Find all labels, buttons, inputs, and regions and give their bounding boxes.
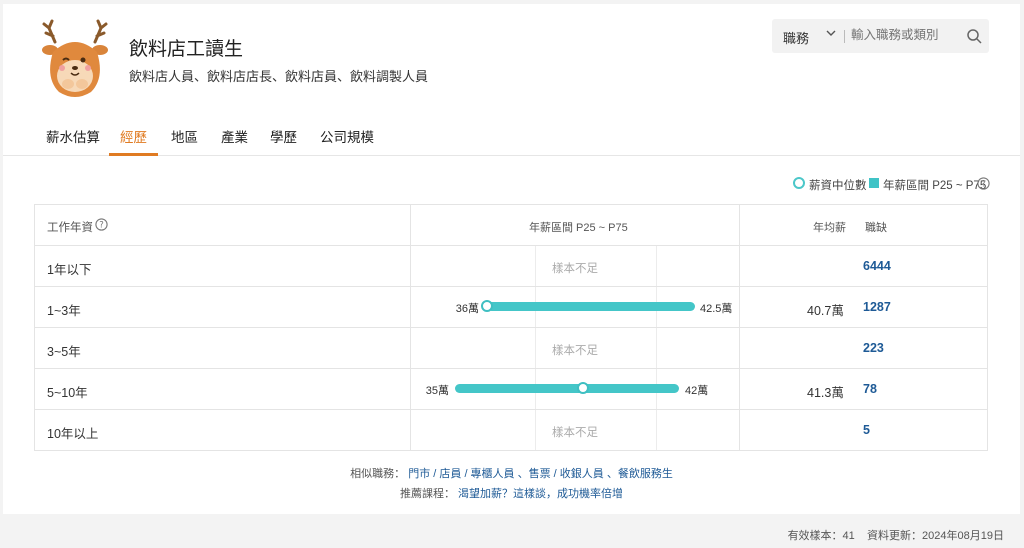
vacancy-count-link[interactable]: 1287 — [863, 300, 891, 314]
course-link[interactable]: 渴望加薪？這樣談，成功機率倍增 — [458, 488, 623, 500]
median-marker — [481, 300, 493, 312]
range-legend-marker — [869, 178, 879, 188]
data-footer: 有效樣本：41 資料更新：2024年08月19日 — [788, 527, 1004, 543]
tab-industry[interactable]: 產業 — [221, 126, 248, 146]
update-date: 資料更新：2024年08月19日 — [867, 530, 1004, 542]
insufficient-sample-text: 樣本不足 — [552, 345, 598, 357]
chevron-down-icon[interactable] — [824, 26, 838, 40]
search-input[interactable] — [851, 28, 966, 42]
vacancy-count-link[interactable]: 223 — [863, 341, 884, 355]
p25-label: 35萬 — [425, 385, 449, 397]
search-divider — [844, 30, 845, 43]
p25-label: 36萬 — [455, 303, 479, 315]
search-icon[interactable] — [966, 28, 982, 44]
vacancy-count-link[interactable]: 6444 — [863, 259, 891, 273]
table-row: 1年以下 樣本不足 6444 — [35, 246, 987, 287]
salary-range-bar — [487, 302, 695, 311]
tab-education[interactable]: 學歷 — [270, 126, 297, 146]
tab-bar: 薪水估算 經歷 地區 產業 學歷 公司規模 — [3, 112, 1020, 156]
svg-text:?: ? — [981, 180, 986, 190]
header-average-salary: 年均薪 — [813, 222, 846, 234]
table-row: 5~10年 35萬 42萬 41.3萬 78 — [35, 369, 987, 410]
recommended-course: 推薦課程： 渴望加薪？這樣談，成功機率倍增 — [3, 485, 1020, 501]
table-row: 3~5年 樣本不足 223 — [35, 328, 987, 369]
search-box: 職務 — [772, 19, 989, 53]
page-title: 飲料店工讀生 — [129, 39, 244, 60]
table-row: 10年以上 樣本不足 5 — [35, 410, 987, 451]
similar-jobs-links[interactable]: 門市 / 店員 / 專櫃人員 、售票 / 收銀人員 、餐飲服務生 — [408, 468, 673, 480]
help-icon[interactable]: ? — [95, 218, 108, 231]
help-icon[interactable]: ? — [977, 177, 990, 190]
similar-jobs: 相似職務： 門市 / 店員 / 專櫃人員 、售票 / 收銀人員 、餐飲服務生 — [3, 465, 1020, 481]
experience-label: 1年以下 — [47, 263, 92, 277]
median-marker — [577, 382, 589, 394]
median-legend-marker — [793, 177, 805, 189]
active-tab-indicator — [109, 153, 158, 156]
median-legend-label: 薪資中位數 — [809, 180, 867, 192]
salary-range-bar — [455, 384, 679, 393]
p75-label: 42萬 — [685, 385, 709, 397]
svg-text:?: ? — [99, 221, 104, 231]
experience-label: 5~10年 — [47, 386, 88, 400]
header-salary-range: 年薪區間 P25 ~ P75 — [529, 222, 628, 234]
page-subtitle: 飲料店人員、飲料店店長、飲料店員、飲料調製人員 — [129, 69, 429, 84]
experience-label: 10年以上 — [47, 427, 99, 441]
tab-salary-estimate[interactable]: 薪水估算 — [46, 126, 100, 146]
header-vacancies: 職缺 — [865, 222, 887, 234]
tab-experience[interactable]: 經歷 — [120, 126, 147, 146]
average-salary: 40.7萬 — [807, 304, 844, 318]
course-label: 推薦課程： — [399, 488, 455, 500]
average-salary: 41.3萬 — [807, 386, 844, 400]
experience-label: 3~5年 — [47, 345, 81, 359]
job-header: 飲料店工讀生 飲料店人員、飲料店店長、飲料店員、飲料調製人員 職務 — [3, 4, 1020, 112]
table-header: 工作年資 ? 年薪區間 P25 ~ P75 年均薪 職缺 — [35, 205, 987, 246]
insufficient-sample-text: 樣本不足 — [552, 427, 598, 439]
search-category-select[interactable]: 職務 — [783, 28, 809, 47]
sample-count: 有效樣本：41 — [787, 530, 855, 542]
vacancy-count-link[interactable]: 5 — [863, 423, 870, 437]
similar-jobs-label: 相似職務： — [350, 468, 406, 480]
vacancy-count-link[interactable]: 78 — [863, 382, 877, 396]
tab-region[interactable]: 地區 — [171, 126, 198, 146]
deer-mascot-icon — [42, 19, 108, 97]
p75-label: 42.5萬 — [700, 303, 733, 315]
range-legend-label: 年薪區間 P25 ~ P75 — [883, 180, 987, 192]
table-row: 1~3年 36萬 42.5萬 40.7萬 1287 — [35, 287, 987, 328]
experience-label: 1~3年 — [47, 304, 81, 318]
tab-company-size[interactable]: 公司規模 — [320, 126, 374, 146]
salary-card: 飲料店工讀生 飲料店人員、飲料店店長、飲料店員、飲料調製人員 職務 薪水估算 經… — [3, 4, 1020, 514]
insufficient-sample-text: 樣本不足 — [552, 263, 598, 275]
experience-salary-table: 工作年資 ? 年薪區間 P25 ~ P75 年均薪 職缺 1年以下 樣本不足 6… — [34, 204, 988, 451]
header-experience: 工作年資 — [47, 222, 93, 234]
